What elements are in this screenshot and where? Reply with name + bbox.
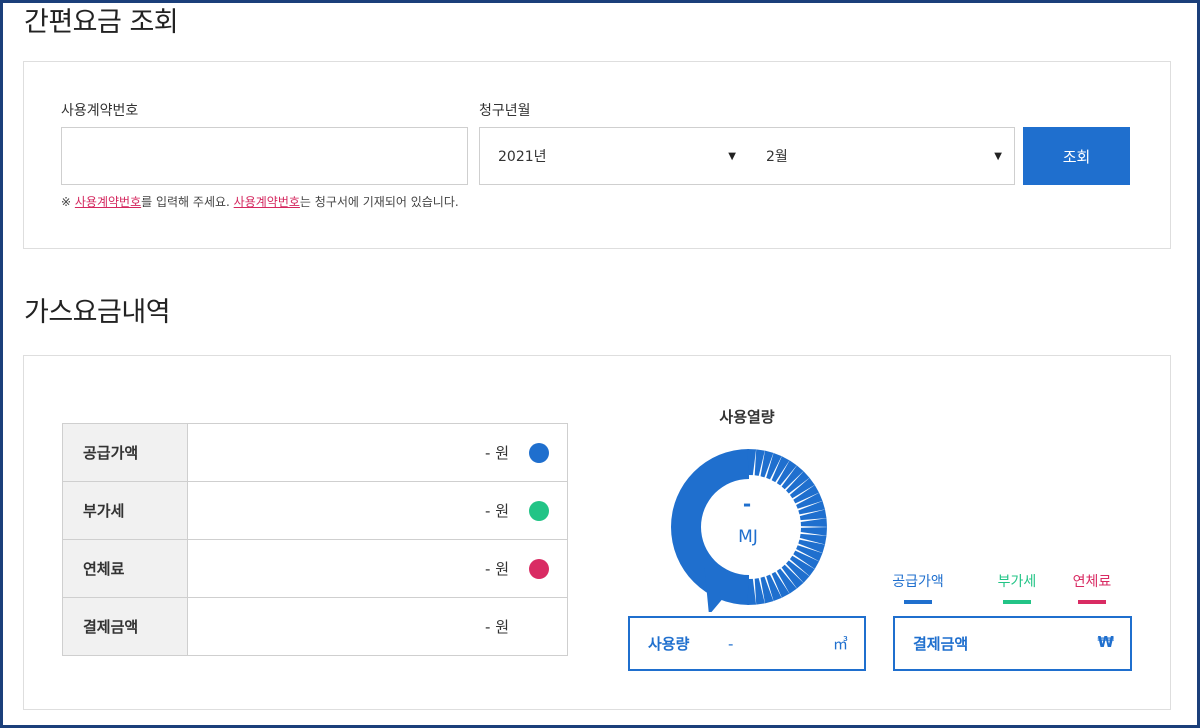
late-fee-value: - 원	[485, 560, 509, 578]
month-select-value: 2월	[766, 149, 788, 165]
payment-box-unit: ₩	[1097, 633, 1114, 651]
vat-color-dot-icon	[529, 501, 549, 521]
month-select[interactable]: 2월 ▼	[766, 128, 1002, 184]
search-button[interactable]: 조회	[1023, 127, 1130, 185]
gauge-value: -	[742, 492, 752, 516]
contract-number-link-2[interactable]: 사용계약번호	[234, 195, 300, 209]
payment-amount-cell: - 원	[187, 597, 568, 656]
contract-number-input[interactable]	[61, 127, 468, 185]
gauge-tick	[747, 449, 757, 476]
supply-amount-label: 공급가액	[62, 423, 188, 482]
late-fee-label: 연체료	[62, 539, 188, 598]
late-fee-color-dot-icon	[529, 559, 549, 579]
vat-value: - 원	[485, 502, 509, 520]
notice-mid: 를 입력해 주세요.	[141, 195, 234, 209]
fee-table: 공급가액 - 원 부가세 - 원 연체료 - 원 결제금액 - 원	[62, 423, 568, 656]
contract-number-notice: ※ 사용계약번호를 입력해 주세요. 사용계약번호는 청구서에 기재되어 있습니…	[61, 193, 459, 210]
usage-unit: ㎥	[832, 635, 848, 653]
vat-label: 부가세	[62, 481, 188, 540]
payment-amount-label: 결제금액	[62, 597, 188, 656]
legend-supply: 공급가액	[883, 571, 953, 604]
table-row: 공급가액 - 원	[62, 423, 568, 482]
supply-amount-cell: - 원	[187, 423, 568, 482]
legend-supply-label: 공급가액	[892, 574, 944, 590]
payment-box: 결제금액 ₩	[893, 616, 1132, 671]
table-row: 연체료 - 원	[62, 539, 568, 598]
notice-suffix: 는 청구서에 기재되어 있습니다.	[299, 195, 459, 209]
legend-late-fee: 연체료	[1057, 571, 1127, 604]
legend-supply-bar	[904, 600, 932, 604]
gauge-tick	[747, 578, 757, 605]
table-row: 부가세 - 원	[62, 481, 568, 540]
billing-month-select-group: 2021년 ▼ 2월 ▼	[479, 127, 1015, 185]
supply-color-dot-icon	[529, 443, 549, 463]
legend-late-fee-label: 연체료	[1072, 574, 1112, 590]
gas-bill-panel: 공급가액 - 원 부가세 - 원 연체료 - 원 결제금액 - 원 사용열량 -…	[23, 355, 1171, 710]
contract-number-link-1[interactable]: 사용계약번호	[75, 195, 141, 209]
late-fee-cell: - 원	[187, 539, 568, 598]
usage-label: 사용량	[648, 635, 690, 653]
billing-month-label: 청구년월	[479, 103, 531, 119]
vat-cell: - 원	[187, 481, 568, 540]
legend-vat: 부가세	[982, 571, 1052, 604]
notice-prefix: ※	[61, 195, 75, 209]
usage-box: 사용량 - ㎥	[628, 616, 866, 671]
year-select-value: 2021년	[498, 149, 547, 165]
page-title-gas-bill: 가스요금내역	[24, 297, 171, 328]
payment-amount-value: - 원	[485, 618, 509, 636]
legend-late-fee-bar	[1078, 600, 1106, 604]
supply-amount-value: - 원	[485, 444, 509, 462]
month-dropdown-arrow-icon: ▼	[994, 150, 1002, 162]
usage-value: -	[728, 634, 734, 653]
gauge-unit: MJ	[738, 527, 758, 547]
contract-number-label: 사용계약번호	[61, 103, 139, 119]
payment-box-label: 결제금액	[913, 635, 969, 653]
legend-vat-bar	[1003, 600, 1031, 604]
page-title-simple-inquiry: 간편요금 조회	[24, 7, 179, 38]
table-row: 결제금액 - 원	[62, 597, 568, 656]
gauge-title: 사용열량	[719, 408, 775, 426]
legend-vat-label: 부가세	[997, 574, 1037, 590]
year-dropdown-arrow-icon: ▼	[728, 150, 736, 162]
simple-inquiry-panel: 사용계약번호 청구년월 2021년 ▼ 2월 ▼ 조회 ※ 사용계약번호를 입력…	[23, 61, 1171, 249]
year-select[interactable]: 2021년 ▼	[498, 128, 736, 184]
